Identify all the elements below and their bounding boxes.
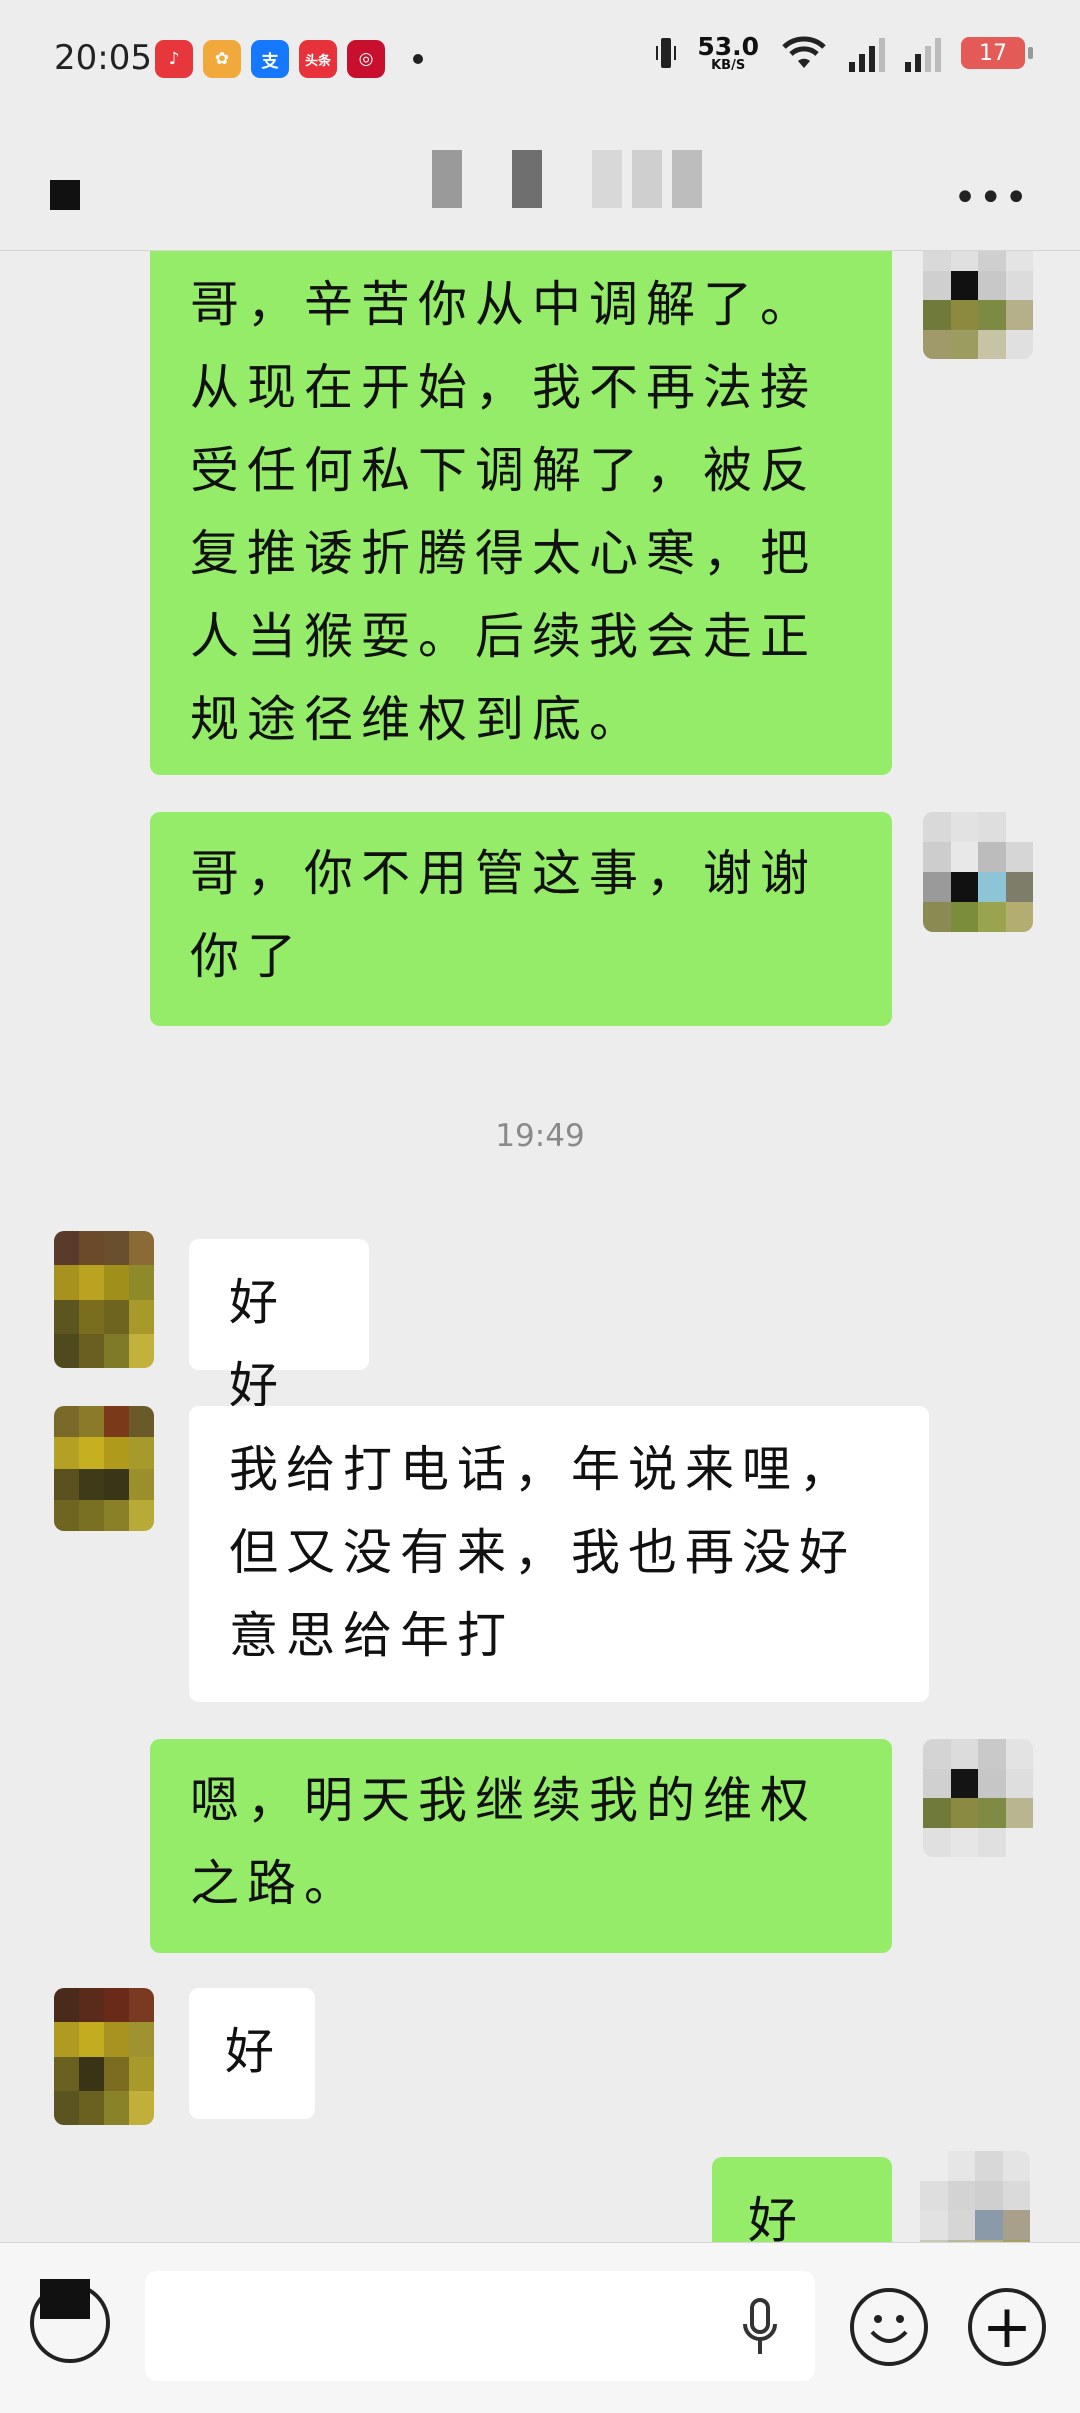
- chat-title-pixelated: [432, 150, 702, 208]
- signal-5g-icon: [905, 34, 941, 72]
- message-timestamp: 19:49: [495, 1118, 585, 1154]
- contact-avatar[interactable]: [54, 1988, 154, 2125]
- my-avatar[interactable]: [923, 812, 1033, 932]
- more-notifications-dot: [413, 54, 423, 64]
- contact-avatar[interactable]: [54, 1406, 154, 1531]
- my-avatar[interactable]: [923, 1739, 1033, 1857]
- message-bubble-outgoing[interactable]: 哥，你不用管这事，谢谢你了: [150, 812, 892, 1026]
- alipay-app-icon: 支: [251, 40, 289, 78]
- network-speed-unit: KB/S: [711, 58, 746, 73]
- emoji-face-icon: [870, 2315, 908, 2343]
- chat-area[interactable]: 哥，辛苦你从中调解了。从现在开始，我不再法接受任何私下调解了，被反复推诿折腾得太…: [0, 251, 1080, 2242]
- notification-icons: ♪ ✿ 支 头条 ◎: [155, 40, 423, 78]
- message-bubble-outgoing[interactable]: 哥，辛苦你从中调解了。从现在开始，我不再法接受任何私下调解了，被反复推诿折腾得太…: [150, 251, 892, 775]
- message-bubble-incoming[interactable]: 好好: [189, 1239, 369, 1414]
- signal-4g-icon: [849, 34, 885, 72]
- network-speed: 53.0 KB/S: [697, 34, 759, 72]
- photos-app-icon: ✿: [203, 40, 241, 78]
- back-icon[interactable]: [50, 180, 80, 210]
- status-bar: 20:05 ♪ ✿ 支 头条 ◎ 53.0 KB/S 17: [0, 0, 1080, 120]
- battery-indicator: 17: [961, 37, 1033, 69]
- message-input[interactable]: [145, 2271, 815, 2381]
- message-bubble-outgoing[interactable]: 好的: [712, 2157, 892, 2242]
- network-speed-value: 53.0: [697, 32, 759, 61]
- music-app-icon: ♪: [155, 40, 193, 78]
- wifi-icon: [782, 36, 826, 68]
- emoji-icon[interactable]: [850, 2288, 928, 2366]
- message-bubble-incoming[interactable]: 我给打电话，年说来哩，但又没有来，我也再没好意思给年打: [189, 1406, 929, 1702]
- status-indicators: 53.0 KB/S 17: [655, 34, 1033, 72]
- message-bubble-outgoing[interactable]: 嗯，明天我继续我的维权之路。: [150, 1739, 892, 1953]
- bank-app-icon: ◎: [347, 40, 385, 78]
- microphone-icon[interactable]: [740, 2298, 780, 2358]
- my-avatar[interactable]: [920, 2151, 1030, 2242]
- vibrate-icon: [656, 38, 677, 68]
- plus-icon[interactable]: +: [968, 2288, 1046, 2366]
- my-avatar[interactable]: [923, 251, 1033, 359]
- toutiao-app-icon: 头条: [299, 40, 337, 78]
- voice-icon-overlay: [40, 2279, 90, 2319]
- input-bar: +: [0, 2242, 1080, 2413]
- message-bubble-incoming[interactable]: 好: [189, 1988, 315, 2119]
- more-icon[interactable]: •••: [953, 175, 1030, 221]
- voice-mode-icon[interactable]: [30, 2279, 110, 2363]
- contact-avatar[interactable]: [54, 1231, 154, 1368]
- status-time: 20:05: [54, 38, 152, 78]
- chat-title-bar: •••: [0, 120, 1080, 251]
